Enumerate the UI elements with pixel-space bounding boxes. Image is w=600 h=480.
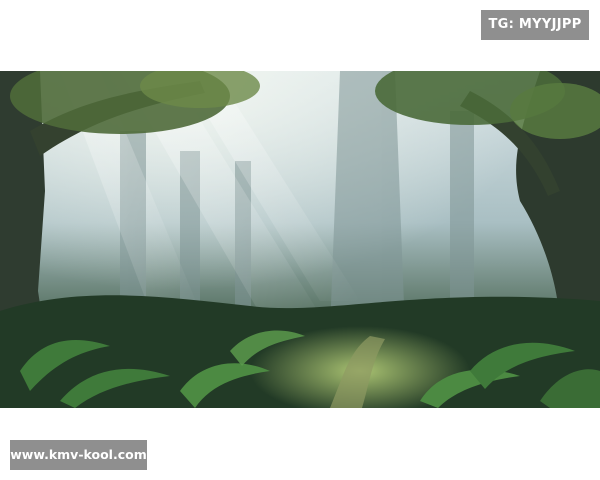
watermark-badge-bottom: www.kmv-kool.com — [10, 440, 147, 470]
watermark-badge-top: TG: MYYJJPP — [481, 10, 589, 40]
forest-scene-image — [0, 71, 600, 408]
